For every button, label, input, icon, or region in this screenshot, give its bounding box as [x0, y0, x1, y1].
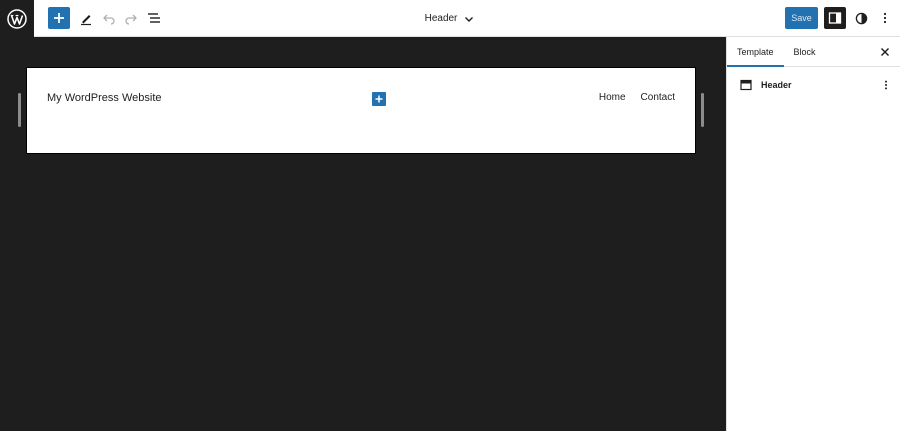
vertical-ellipsis-icon	[883, 12, 887, 24]
plus-icon	[54, 13, 64, 23]
site-title[interactable]: My WordPress Website	[47, 92, 162, 104]
layout-header-icon	[740, 79, 752, 91]
list-view-button[interactable]	[145, 9, 163, 27]
pencil-icon	[81, 15, 91, 26]
undo-button[interactable]	[100, 9, 118, 27]
styles-button[interactable]	[852, 9, 870, 27]
document-title-dropdown[interactable]: Header	[425, 13, 476, 25]
editor-canvas: My WordPress Website Home Contact	[0, 37, 726, 431]
resize-handle-right[interactable]	[701, 93, 704, 127]
nav-item-home[interactable]: Home	[599, 92, 626, 103]
chevron-down-icon	[465, 16, 474, 22]
settings-sidebar: Template Block Header	[726, 37, 900, 431]
save-button[interactable]: Save	[785, 7, 818, 29]
tab-template[interactable]: Template	[727, 37, 784, 67]
document-title: Header	[424, 13, 458, 24]
site-editor: Header Save My WordPress Website Home Co…	[0, 0, 900, 431]
template-part-icon-wrap	[739, 78, 753, 92]
redo-icon	[125, 14, 137, 25]
tools-button[interactable]	[77, 9, 95, 27]
options-menu-button[interactable]	[878, 9, 892, 27]
plus-icon	[375, 95, 383, 103]
half-circle-icon	[855, 12, 867, 24]
tab-block[interactable]: Block	[784, 37, 826, 67]
close-sidebar-button[interactable]	[878, 45, 892, 59]
template-part-options-button[interactable]	[880, 78, 892, 92]
editor-toolbar: Header Save	[0, 0, 900, 37]
list-view-icon	[148, 13, 160, 23]
vertical-ellipsis-icon	[885, 80, 887, 90]
template-part-card[interactable]: Header	[727, 67, 900, 103]
header-template-part[interactable]: My WordPress Website Home Contact	[26, 67, 696, 154]
wordpress-logo-icon	[7, 8, 27, 29]
template-part-label: Header	[761, 80, 792, 90]
redo-button[interactable]	[122, 9, 140, 27]
resize-handle-left[interactable]	[18, 93, 21, 127]
add-block-button[interactable]	[372, 92, 386, 106]
close-icon	[881, 48, 889, 56]
nav-item-contact[interactable]: Contact	[641, 92, 675, 103]
sidebar-tabs: Template Block	[727, 37, 900, 67]
navigation-menu: Home Contact	[599, 92, 675, 103]
undo-icon	[103, 14, 115, 25]
wordpress-logo-button[interactable]	[0, 0, 34, 37]
block-inserter-button[interactable]	[48, 7, 70, 29]
sidebar-toggle-icon	[828, 12, 842, 24]
settings-toggle-button[interactable]	[824, 7, 846, 29]
